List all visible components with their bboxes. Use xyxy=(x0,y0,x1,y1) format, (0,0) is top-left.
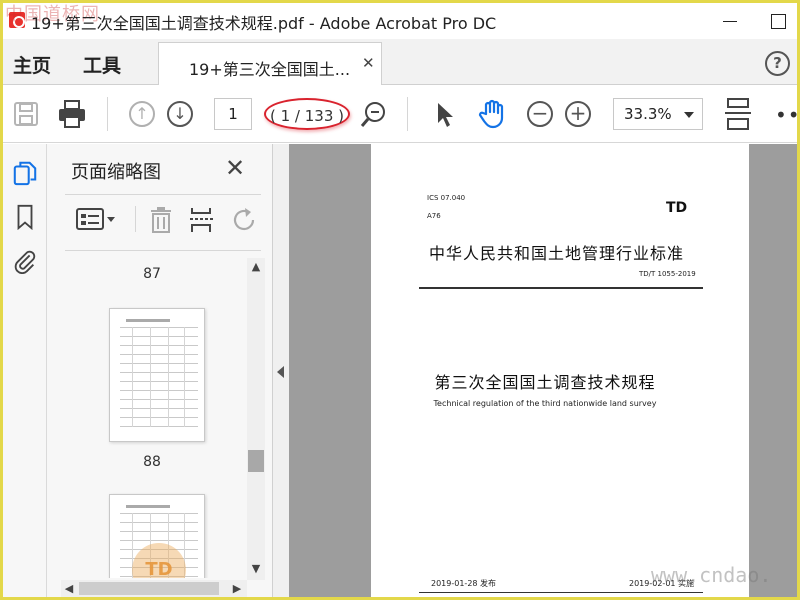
fit-page-icon[interactable] xyxy=(725,97,751,131)
thumbnail-horizontal-scrollbar[interactable]: ◀ ▶ xyxy=(61,580,247,597)
thumbnail-page-88[interactable] xyxy=(109,308,205,442)
thumbnail-options-icon[interactable] xyxy=(75,206,117,232)
hand-tool-icon[interactable] xyxy=(477,98,509,130)
insert-page-icon[interactable] xyxy=(189,206,215,234)
td-mark: TD xyxy=(666,200,688,216)
zoom-level-value: 33.3% xyxy=(624,105,672,123)
thumbnail-panel: 页面缩略图 ✕ 87 88 TD ▲ ▼ ◀ ▶ xyxy=(47,144,273,597)
close-panel-icon[interactable]: ✕ xyxy=(225,156,245,180)
scroll-right-icon[interactable]: ▶ xyxy=(229,580,245,597)
close-tab-icon[interactable]: ✕ xyxy=(362,54,375,72)
page-up-icon[interactable]: ↑ xyxy=(129,101,155,127)
attachment-icon[interactable] xyxy=(12,248,38,274)
delete-page-icon[interactable] xyxy=(149,206,173,234)
thumbnail-vertical-scrollbar[interactable]: ▲ ▼ xyxy=(247,258,265,580)
pdf-page: ICS 07.040 A76 TD 中华人民共和国土地管理行业标准 TD/T 1… xyxy=(371,144,749,597)
zoom-level-select[interactable]: 33.3% xyxy=(613,98,703,130)
left-rail xyxy=(3,144,47,597)
scrollbar-thumb[interactable] xyxy=(248,450,264,472)
panel-title: 页面缩略图 xyxy=(71,162,161,183)
tab-tools[interactable]: 工具 xyxy=(83,51,121,78)
toolbar: ↑ ↓ 1 ( 1 / 133 ) − + 33.3% ••• xyxy=(3,85,797,143)
document-english-title: Technical regulation of the third nation… xyxy=(433,399,657,408)
thumbnail-list: 87 88 TD xyxy=(61,258,243,578)
page-thumbnails-icon[interactable] xyxy=(12,160,38,186)
window-title: 19+第三次全国国土调查技术规程.pdf - Adobe Acrobat Pro… xyxy=(31,14,497,33)
site-watermark-url: www.cndao. xyxy=(651,563,772,587)
tab-document[interactable]: 19+第三次全国国土... ✕ xyxy=(158,42,382,86)
maximize-button[interactable] xyxy=(761,7,795,35)
panel-divider xyxy=(65,250,261,251)
print-icon[interactable] xyxy=(57,99,87,129)
page-count-label: ( 1 / 133 ) xyxy=(264,98,350,130)
footer-rule xyxy=(419,592,703,593)
publish-date: 2019-01-28 发布 xyxy=(431,579,497,588)
acrobat-window: 中国道桥网 19+第三次全国国土调查技术规程.pdf - Adobe Acrob… xyxy=(3,3,797,597)
toolbar-separator xyxy=(107,97,108,131)
document-tab-label: 19+第三次全国国土... xyxy=(189,60,351,79)
document-main-title: 第三次全国国土调查技术规程 xyxy=(434,373,656,392)
zoom-in-icon[interactable]: + xyxy=(565,101,591,127)
header-rule xyxy=(419,287,703,289)
scrollbar-thumb[interactable] xyxy=(79,582,219,595)
standard-code: TD/T 1055-2019 xyxy=(639,270,696,278)
help-icon[interactable]: ? xyxy=(765,51,790,76)
panel-divider xyxy=(65,194,261,195)
scroll-up-icon[interactable]: ▲ xyxy=(247,258,265,276)
page-number-input[interactable]: 1 xyxy=(214,98,252,130)
select-cursor-icon[interactable] xyxy=(435,101,455,129)
panel-splitter[interactable] xyxy=(273,144,289,597)
scroll-down-icon[interactable]: ▼ xyxy=(247,560,265,578)
thumbnail-page-89[interactable]: TD xyxy=(109,494,205,578)
document-view[interactable]: ICS 07.040 A76 TD 中华人民共和国土地管理行业标准 TD/T 1… xyxy=(289,144,797,597)
title-bar: 中国道桥网 19+第三次全国国土调查技术规程.pdf - Adobe Acrob… xyxy=(3,3,797,39)
thumbnail-header-bar xyxy=(126,505,170,508)
standard-title: 中华人民共和国土地管理行业标准 xyxy=(429,244,685,263)
scroll-left-icon[interactable]: ◀ xyxy=(61,580,77,597)
save-icon[interactable] xyxy=(13,101,39,127)
page-label-87: 87 xyxy=(143,266,161,282)
thumbnail-header-bar xyxy=(126,319,170,322)
more-icon[interactable]: ••• xyxy=(775,103,797,127)
chevron-down-icon xyxy=(684,112,694,118)
bookmark-icon[interactable] xyxy=(12,204,38,230)
toolbar-separator xyxy=(407,97,408,131)
minimize-button[interactable] xyxy=(713,7,747,35)
classification-code: A76 xyxy=(427,212,441,220)
collapse-panel-icon[interactable] xyxy=(277,366,284,378)
tab-home[interactable]: 主页 xyxy=(13,51,51,78)
search-zoom-icon[interactable] xyxy=(360,100,388,128)
page-label-88: 88 xyxy=(143,454,161,470)
rotate-icon[interactable] xyxy=(231,206,259,234)
tab-bar: 主页 工具 19+第三次全国国土... ✕ ? xyxy=(3,39,797,86)
ics-code: ICS 07.040 xyxy=(427,194,466,202)
page-down-icon[interactable]: ↓ xyxy=(167,101,193,127)
zoom-out-icon[interactable]: − xyxy=(527,101,553,127)
panel-separator xyxy=(135,206,136,232)
